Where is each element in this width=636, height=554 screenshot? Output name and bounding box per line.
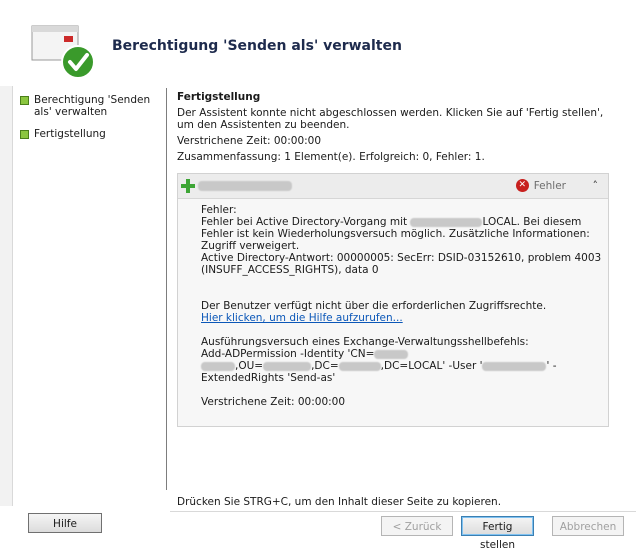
result-elapsed-time: Verstrichene Zeit: 00:00:00 [201,396,346,408]
result-header[interactable]: ✕ Fehler ˄ [178,174,608,199]
footer-divider [170,511,636,512]
wizard-steps: Berechtigung 'Senden als' verwalten Fert… [20,94,170,150]
collapse-icon[interactable]: ˄ [593,179,599,192]
step-manage-send-as[interactable]: Berechtigung 'Senden als' verwalten [20,94,170,118]
step-complete-icon [20,96,29,105]
redacted-ou [263,361,312,371]
error-text: Fehler bei Active Directory-Vorgang mit [201,216,408,228]
help-link[interactable]: Hier klicken, um die Hilfe aufzurufen... [201,312,403,324]
wizard-title: Berechtigung 'Senden als' verwalten [112,38,402,54]
redacted-dc [338,361,381,371]
vertical-divider [166,88,167,490]
back-button[interactable]: < Zurück [381,516,453,536]
error-status-label: Fehler [533,180,566,192]
summary-text: Zusammenfassung: 1 Element(e). Erfolgrei… [177,151,485,163]
help-link-row: Hier klicken, um die Hilfe aufzurufen... [201,312,596,324]
error-status: ✕ Fehler [515,179,566,192]
section-title: Fertigstellung [177,91,261,103]
completion-page: Fertigstellung Der Assistent konnte nich… [177,88,607,167]
intro-text: Der Assistent konnte nicht abgeschlossen… [177,107,604,131]
help-button[interactable]: Hilfe [28,513,102,533]
error-line: Fehler bei Active Directory-Vorgang mit … [201,216,596,228]
wizard-header: Berechtigung 'Senden als' verwalten [0,0,636,86]
elapsed-time: Verstrichene Zeit: 00:00:00 [177,135,322,147]
access-rights-text: Der Benutzer verfügt nicht über die erfo… [201,300,547,312]
step-complete-icon [20,130,29,139]
command-label: Ausführungsversuch eines Exchange-Verwal… [201,336,529,348]
command-line: ExtendedRights 'Send-as' [201,372,336,384]
step-label: Berechtigung 'Senden als' verwalten [34,94,151,118]
redacted-user [482,361,547,371]
command-text: Add-ADPermission -Identity 'CN= [201,348,375,360]
error-line: Fehler ist kein Wiederholungsversuch mög… [201,228,590,240]
error-line: (INSUFF_ACCESS_RIGHTS), data 0 [201,264,379,276]
step-completion[interactable]: Fertigstellung [20,128,170,140]
wizard-success-icon [31,25,95,79]
command-text: ' - [546,360,557,372]
error-label: Fehler: [201,204,237,216]
command-line: ,OU= ,DC= ,DC=LOCAL' -User ' ' - [201,360,596,372]
copy-hint: Drücken Sie STRG+C, um den Inhalt dieser… [177,496,502,508]
error-line: Zugriff verweigert. [201,240,300,252]
command-line: Add-ADPermission -Identity 'CN= [201,348,596,360]
add-icon [181,179,195,193]
error-text: LOCAL. Bei diesem [482,216,582,228]
result-panel: ✕ Fehler ˄ Fehler: Fehler bei Active Dir… [177,173,609,427]
result-details: Fehler: Fehler bei Active Directory-Vorg… [201,204,602,408]
command-text: ,DC=LOCAL' -User ' [380,360,483,372]
cancel-button[interactable]: Abbrechen [552,516,624,536]
redacted-cn [201,361,235,371]
redacted-name [198,181,292,191]
command-text: ,OU= [235,360,264,372]
left-edge [0,86,13,506]
redacted-domain [410,217,483,227]
step-label: Fertigstellung [34,128,106,140]
error-line: Active Directory-Antwort: 00000005: SecE… [201,252,602,264]
redacted-cn [374,349,409,359]
finish-button[interactable]: Fertig stellen [461,516,534,551]
error-icon: ✕ [515,179,529,192]
command-text: ,DC= [311,360,339,372]
